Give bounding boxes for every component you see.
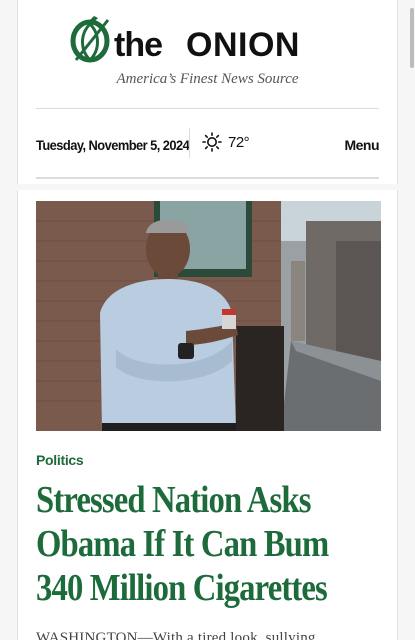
- article-category[interactable]: Politics: [36, 452, 84, 468]
- scrollbar[interactable]: [410, 8, 414, 68]
- onion-icon: [70, 16, 109, 63]
- onion-logo[interactable]: the ONION: [18, 16, 397, 64]
- site-header: the ONION America’s Finest News Source T…: [17, 0, 398, 184]
- menu-button[interactable]: Menu: [344, 137, 379, 153]
- svg-text:ONION: ONION: [186, 26, 300, 64]
- weather-widget: 72°: [202, 132, 250, 152]
- article-headline[interactable]: Stressed Nation Asks Obama If It Can Bum…: [36, 478, 380, 610]
- article-card[interactable]: Politics Stressed Nation Asks Obama If I…: [17, 190, 398, 640]
- hero-photo: [36, 201, 381, 431]
- site-tagline: America’s Finest News Source: [116, 71, 299, 87]
- header-bottom-rule: [36, 177, 379, 179]
- article-lead: WASHINGTON—With a tired look, sullying: [36, 630, 316, 640]
- current-date: Tuesday, November 5, 2024: [36, 137, 190, 153]
- onion-logo-mark: the ONION: [70, 16, 300, 64]
- temperature: 72°: [228, 133, 250, 151]
- info-bar-separator: [189, 128, 190, 158]
- svg-text:the: the: [114, 26, 162, 64]
- header-divider: [36, 108, 379, 109]
- info-bar: Tuesday, November 5, 2024 72° Menu: [36, 128, 379, 162]
- sun-icon: [202, 132, 222, 152]
- hero-image[interactable]: [36, 201, 381, 431]
